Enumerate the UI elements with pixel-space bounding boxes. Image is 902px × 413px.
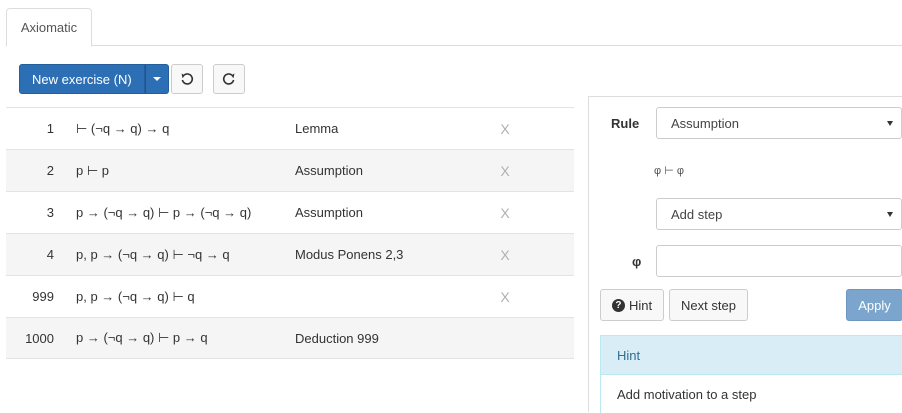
proof-row[interactable]: 999 p, p → (¬q → q) ⊢ q X [6,275,574,317]
hint-button[interactable]: ? Hint [600,289,664,321]
rule-justification: Lemma [295,121,339,136]
tab-axiomatic[interactable]: Axiomatic [6,8,92,47]
proof-table: 1 ⊢ (¬q → q) → q Lemma X 2 p ⊢ p Assumpt… [6,107,574,359]
phi-input[interactable] [656,245,902,277]
next-step-label: Next step [681,297,736,313]
hint-button-label: Hint [628,297,653,313]
line-number: 999 [32,289,54,304]
rule-select-value: Assumption [671,115,739,131]
step-select-value: Add step [671,206,723,222]
rule-panel: Rule Assumption φ ⊢ φ Add step φ ? Hint … [588,96,902,413]
new-exercise-label: New exercise (N) [32,71,132,87]
undo-icon [181,73,194,85]
rule-justification: Assumption [295,205,363,220]
new-exercise-group: New exercise (N) [19,64,169,94]
hint-panel-body: Add motivation to a step [600,375,902,413]
formula: p, p → (¬q → q) ⊢ ¬q → q [76,246,230,262]
step-select[interactable]: Add step [656,198,902,230]
redo-icon [222,73,235,85]
new-exercise-dropdown-button[interactable] [144,64,169,94]
hint-text: Add motivation to a step [617,386,757,402]
tab-bar: Axiomatic [6,6,902,47]
phi-label: φ [632,254,642,269]
line-number: 3 [46,205,54,220]
proof-row[interactable]: 3 p → (¬q → q) ⊢ p → (¬q → q) Assumption… [6,191,574,233]
formula: ⊢ (¬q → q) → q [76,120,170,136]
tab-axiomatic-label: Axiomatic [20,20,78,35]
redo-button[interactable] [213,64,245,94]
apply-label: Apply [858,297,891,313]
formula: p → (¬q → q) ⊢ p → q [76,330,208,345]
rule-description: φ ⊢ φ [654,165,684,177]
delete-row-button[interactable]: X [485,163,525,179]
proof-row[interactable]: 4 p, p → (¬q → q) ⊢ ¬q → q Modus Ponens … [6,233,574,275]
proof-row[interactable]: 1000 p → (¬q → q) ⊢ p → q Deduction 999 [6,317,574,359]
new-exercise-button[interactable]: New exercise (N) [19,64,145,94]
caret-down-icon [152,77,161,81]
hint-panel-heading: Hint [600,335,902,375]
proof-row[interactable]: 1 ⊢ (¬q → q) → q Lemma X [6,107,574,149]
formula: p, p → (¬q → q) ⊢ q [76,288,195,304]
formula: p → (¬q → q) ⊢ p → (¬q → q) [76,204,252,220]
rule-select[interactable]: Assumption [656,107,902,139]
undo-button[interactable] [171,64,203,94]
line-number: 1 [46,121,54,136]
apply-button[interactable]: Apply [846,289,902,321]
line-number: 4 [46,247,54,262]
next-step-button[interactable]: Next step [669,289,748,321]
formula: p ⊢ p [76,162,110,178]
line-number: 2 [46,163,54,178]
hint-title: Hint [617,347,641,363]
rule-label: Rule [611,116,640,131]
rule-justification: Assumption [295,163,363,178]
line-number: 1000 [25,330,54,346]
proof-row[interactable]: 2 p ⊢ p Assumption X [6,149,574,191]
delete-row-button[interactable]: X [485,289,525,305]
delete-row-button[interactable]: X [485,121,525,137]
dropdown-arrow-icon [887,121,893,126]
rule-justification: Deduction 999 [295,330,379,346]
dropdown-arrow-icon [887,212,893,217]
question-circle-icon: ? [611,298,625,312]
delete-row-button[interactable]: X [485,205,525,221]
rule-justification: Modus Ponens 2,3 [295,247,404,262]
delete-row-button[interactable]: X [485,247,525,263]
